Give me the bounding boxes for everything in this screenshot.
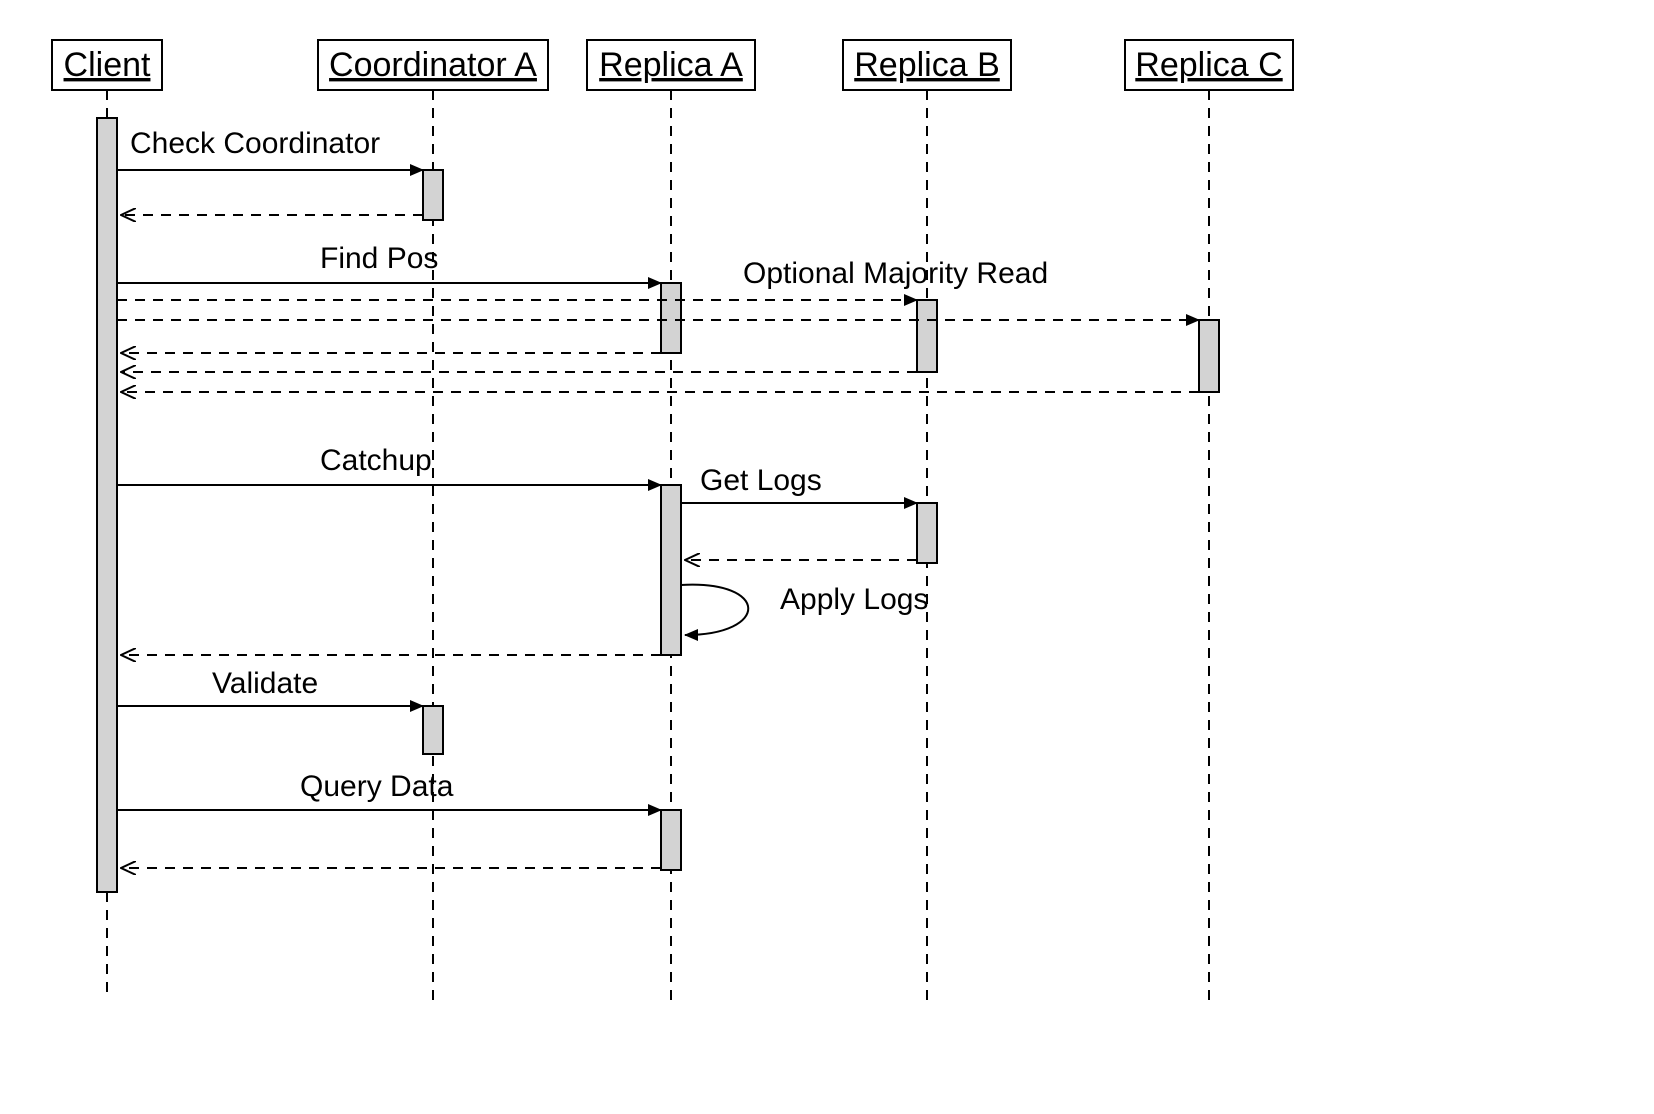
activation-client-main xyxy=(97,118,117,892)
msg-catchup-label: Catchup xyxy=(320,444,432,477)
participant-replica-c: Replica C xyxy=(1125,40,1293,90)
activation-replica-b-majority xyxy=(917,300,937,372)
activation-replica-a-catchup xyxy=(661,485,681,655)
activation-replica-a-findpos xyxy=(661,283,681,353)
participant-client-label: Client xyxy=(64,46,151,84)
participant-coordinator-a: Coordinator A xyxy=(318,40,548,90)
msg-check-coordinator-label: Check Coordinator xyxy=(130,127,380,160)
msg-validate-label: Validate xyxy=(212,667,318,700)
participant-replica-a: Replica A xyxy=(587,40,755,90)
msg-get-logs-label: Get Logs xyxy=(700,464,822,497)
msg-query-data-label: Query Data xyxy=(300,770,454,803)
participant-replica-b-label: Replica B xyxy=(854,46,1000,84)
participant-replica-b: Replica B xyxy=(843,40,1011,90)
participant-client: Client xyxy=(52,40,162,90)
msg-apply-logs-label: Apply Logs xyxy=(780,583,928,616)
activation-replica-c-majority xyxy=(1199,320,1219,392)
participant-replica-a-label: Replica A xyxy=(599,46,743,84)
activation-replica-b-getlogs xyxy=(917,503,937,563)
participant-replica-c-label: Replica C xyxy=(1135,46,1282,84)
activation-coordinator-a-check xyxy=(423,170,443,220)
msg-apply-logs-self xyxy=(681,585,748,635)
activation-replica-a-querydata xyxy=(661,810,681,870)
msg-optional-majority-read-label: Optional Majority Read xyxy=(743,257,1048,290)
activation-coordinator-a-validate xyxy=(423,706,443,754)
participant-coordinator-a-label: Coordinator A xyxy=(329,46,537,84)
msg-find-pos-label: Find Pos xyxy=(320,242,438,275)
